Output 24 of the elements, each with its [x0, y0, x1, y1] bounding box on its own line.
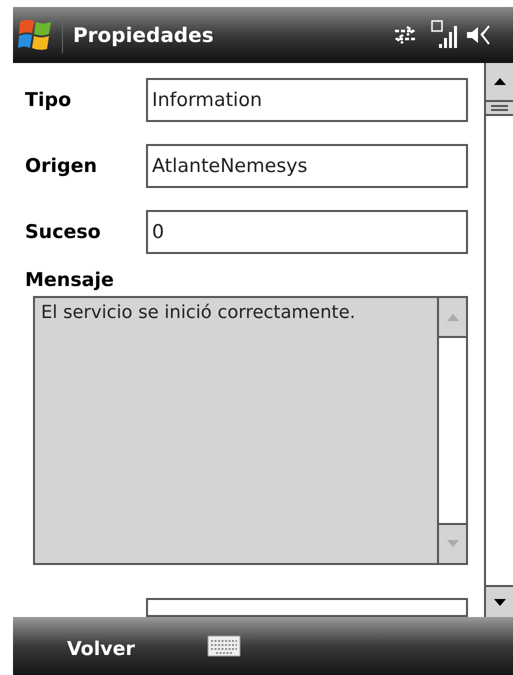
- scroll-down-button[interactable]: [486, 585, 513, 617]
- back-soft-key[interactable]: Volver: [67, 634, 135, 664]
- scrollbar[interactable]: [484, 63, 513, 617]
- down-arrow-icon: [446, 540, 458, 548]
- text-field[interactable]: [146, 598, 468, 617]
- scroll-up-button[interactable]: [486, 63, 513, 102]
- scroll-thumb[interactable]: [486, 102, 513, 116]
- text-field[interactable]: AtlanteNemesys: [146, 144, 468, 188]
- window-title: Propiedades: [73, 22, 214, 49]
- message-text: El servicio se inició correctamente.: [41, 302, 356, 323]
- field-label: Suceso: [25, 220, 102, 245]
- text-field[interactable]: 0: [146, 210, 468, 254]
- sync-arrows-icon[interactable]: [393, 24, 417, 46]
- field-label: Origen: [25, 154, 98, 179]
- down-arrow-icon: [494, 598, 506, 606]
- field-label: Mensaje: [25, 268, 115, 292]
- windows-logo-icon[interactable]: [18, 18, 54, 52]
- field-label: Tipo: [25, 88, 72, 113]
- text-field[interactable]: Information: [146, 78, 468, 122]
- signal-icon[interactable]: [431, 20, 457, 50]
- up-arrow-icon: [494, 78, 506, 85]
- up-arrow-icon: [446, 314, 458, 320]
- speaker-icon[interactable]: [465, 23, 491, 47]
- keyboard-icon[interactable]: [206, 635, 241, 657]
